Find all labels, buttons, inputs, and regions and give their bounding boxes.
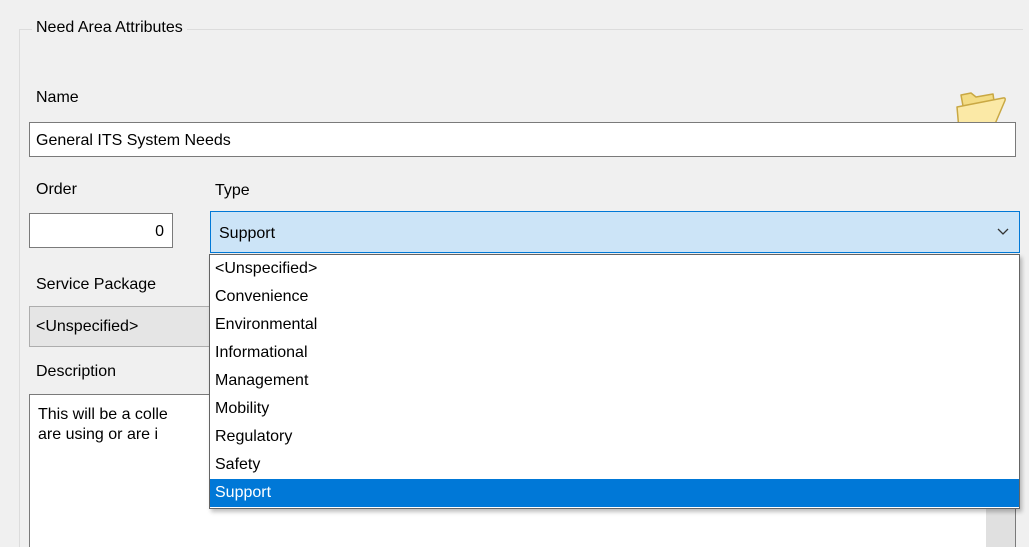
type-option[interactable]: Environmental xyxy=(210,311,1019,339)
chevron-down-icon xyxy=(997,228,1009,235)
name-label: Name xyxy=(36,89,79,106)
type-select[interactable]: Support xyxy=(210,211,1020,253)
name-field-value: General ITS System Needs xyxy=(36,132,231,149)
type-option[interactable]: Convenience xyxy=(210,283,1019,311)
type-option-selected[interactable]: Support xyxy=(210,479,1019,507)
service-package-select-value: <Unspecified> xyxy=(36,318,139,335)
name-field[interactable]: General ITS System Needs xyxy=(29,122,1016,157)
service-package-label: Service Package xyxy=(36,276,157,293)
service-package-select[interactable]: <Unspecified> xyxy=(29,306,219,347)
type-option[interactable]: <Unspecified> xyxy=(210,255,1019,283)
type-option[interactable]: Safety xyxy=(210,451,1019,479)
type-option[interactable]: Regulatory xyxy=(210,423,1019,451)
need-area-attributes-form: Need Area Attributes Name General ITS Sy… xyxy=(0,0,1029,547)
type-option[interactable]: Management xyxy=(210,367,1019,395)
order-field-value: 0 xyxy=(155,223,164,240)
type-dropdown-list: <Unspecified> Convenience Environmental … xyxy=(209,254,1020,509)
order-label: Order xyxy=(36,181,77,198)
type-option[interactable]: Informational xyxy=(210,339,1019,367)
groupbox-title: Need Area Attributes xyxy=(32,18,187,38)
type-select-value: Support xyxy=(219,225,276,242)
description-label: Description xyxy=(36,363,117,380)
type-label: Type xyxy=(215,182,250,199)
type-option[interactable]: Mobility xyxy=(210,395,1019,423)
order-field[interactable]: 0 xyxy=(29,213,173,248)
